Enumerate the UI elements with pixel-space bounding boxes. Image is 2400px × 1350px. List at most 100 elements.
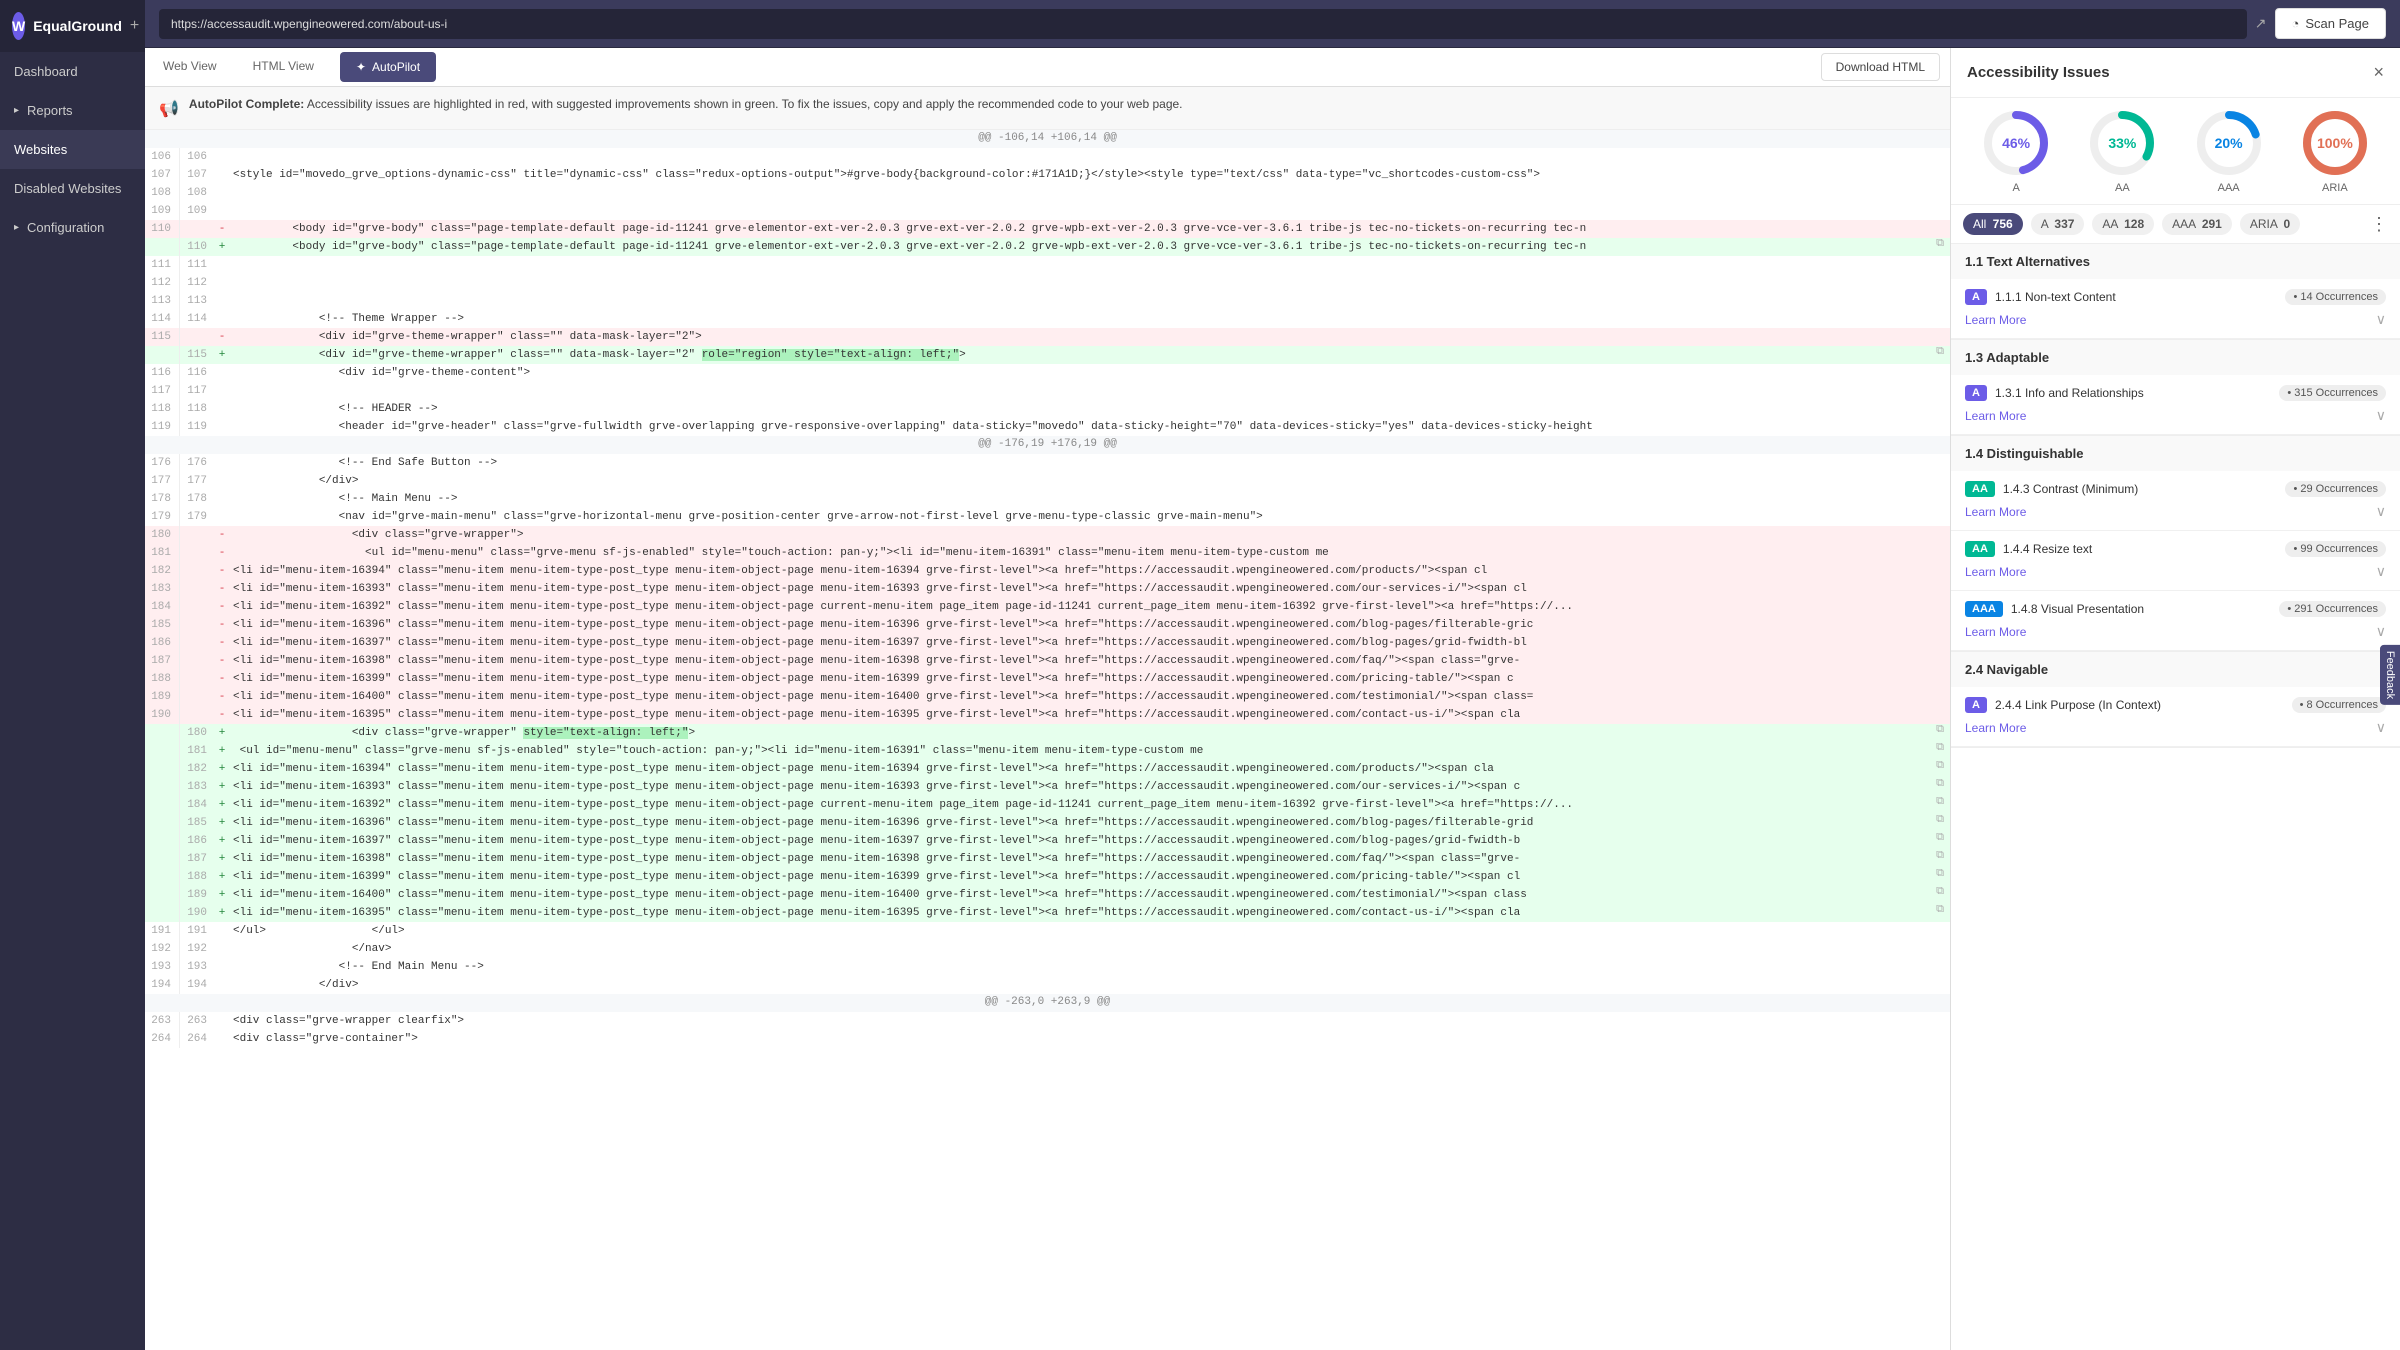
chart-a: 46% A [1967, 108, 2065, 194]
sidebar-item-reports[interactable]: ▸ Reports [0, 91, 145, 130]
copy-icon[interactable]: ⧉ [1930, 238, 1950, 256]
chart-aa: 33% AA [2073, 108, 2171, 194]
learn-more-button[interactable]: Learn More [1965, 565, 2026, 579]
download-html-button[interactable]: Download HTML [1821, 53, 1940, 81]
issue-item-1-4-3: AA 1.4.3 Contrast (Minimum) • 29 Occurre… [1951, 471, 2400, 531]
issue-section-2-4: 2.4 Navigable A 2.4.4 Link Purpose (In C… [1951, 652, 2400, 748]
tab-html-view[interactable]: HTML View [235, 49, 332, 85]
code-line-removed: 184-<li id="menu-item-16392" class="menu… [145, 598, 1950, 616]
donut-value-a: 46% [2002, 135, 2030, 151]
issue-item-header: AA 1.4.4 Resize text • 99 Occurrences [1965, 541, 2386, 557]
copy-icon[interactable]: ⧉ [1930, 904, 1950, 922]
diff-separator: @@ -106,14 +106,14 @@ [145, 130, 1950, 148]
learn-more-button[interactable]: Learn More [1965, 721, 2026, 735]
expand-icon[interactable]: ∨ [2376, 719, 2386, 736]
sidebar-item-label: Disabled Websites [14, 181, 121, 196]
copy-icon[interactable]: ⧉ [1930, 724, 1950, 742]
chevron-right-icon: ▸ [14, 105, 19, 116]
issue-name: 1.4.8 Visual Presentation [2011, 602, 2271, 616]
issue-item-header: A 2.4.4 Link Purpose (In Context) • 8 Oc… [1965, 697, 2386, 713]
issue-item-2-4-4: A 2.4.4 Link Purpose (In Context) • 8 Oc… [1951, 687, 2400, 747]
url-input[interactable] [159, 9, 2247, 39]
feedback-tab[interactable]: Feedback [2380, 645, 2400, 705]
scan-page-button[interactable]: ◔ Scan Page [2275, 8, 2386, 39]
code-line: 118118 <!-- HEADER --> [145, 400, 1950, 418]
code-line: 107107 <style id="movedo_grve_options-dy… [145, 166, 1950, 184]
code-line: 178178 <!-- Main Menu --> [145, 490, 1950, 508]
external-link-icon[interactable]: ↗ [2255, 15, 2267, 32]
sidebar-item-dashboard[interactable]: Dashboard [0, 52, 145, 91]
copy-icon[interactable]: ⧉ [1930, 760, 1950, 778]
code-line: 193193 <!-- End Main Menu --> [145, 958, 1950, 976]
diff-separator: @@ -263,0 +263,9 @@ [145, 994, 1950, 1012]
expand-icon[interactable]: ∨ [2376, 623, 2386, 640]
sidebar-brand-name: EqualGround [33, 18, 122, 34]
copy-icon[interactable]: ⧉ [1930, 886, 1950, 904]
issue-name: 1.1.1 Non-text Content [1995, 290, 2277, 304]
chart-aaa: 20% AAA [2180, 108, 2278, 194]
expand-icon[interactable]: ∨ [2376, 407, 2386, 424]
learn-more-button[interactable]: Learn More [1965, 313, 2026, 327]
filter-aria-button[interactable]: ARIA 0 [2240, 213, 2300, 235]
sidebar-item-disabled-websites[interactable]: Disabled Websites [0, 169, 145, 208]
autopilot-message: AutoPilot Complete: Accessibility issues… [189, 97, 1183, 111]
scan-btn-label: Scan Page [2305, 16, 2369, 31]
donut-value-aaa: 20% [2215, 135, 2243, 151]
copy-icon[interactable]: ⧉ [1930, 814, 1950, 832]
copy-icon[interactable]: ⧉ [1930, 850, 1950, 868]
filter-a-button[interactable]: A 337 [2031, 213, 2085, 235]
more-options-icon[interactable]: ⋮ [2370, 214, 2388, 235]
code-line: 106106 [145, 148, 1950, 166]
issues-panel-title: Accessibility Issues [1967, 64, 2110, 81]
code-line: 108108 [145, 184, 1950, 202]
code-line-removed: 115- <div id="grve-theme-wrapper" class=… [145, 328, 1950, 346]
issue-name: 1.3.1 Info and Relationships [1995, 386, 2271, 400]
code-line: 113113 [145, 292, 1950, 310]
tab-web-view[interactable]: Web View [145, 49, 235, 85]
issue-item-1-4-8: AAA 1.4.8 Visual Presentation • 291 Occu… [1951, 591, 2400, 651]
copy-icon[interactable]: ⧉ [1930, 778, 1950, 796]
issue-item-header: A 1.3.1 Info and Relationships • 315 Occ… [1965, 385, 2386, 401]
sidebar-item-configuration[interactable]: ▸ Configuration [0, 208, 145, 247]
sidebar-add-button[interactable]: + [130, 17, 139, 35]
learn-more-button[interactable]: Learn More [1965, 409, 2026, 423]
filter-all-button[interactable]: All 756 [1963, 213, 2023, 235]
donut-value-aria: 100% [2317, 135, 2353, 151]
code-line: 116116 <div id="grve-theme-content"> [145, 364, 1950, 382]
learn-more-button[interactable]: Learn More [1965, 505, 2026, 519]
code-line: 264264 <div class="grve-container"> [145, 1030, 1950, 1048]
code-editor[interactable]: @@ -106,14 +106,14 @@ 106106 107107 <sty… [145, 130, 1950, 1350]
badge-aa: AA [1965, 481, 1995, 497]
expand-icon[interactable]: ∨ [2376, 503, 2386, 520]
filter-aa-button[interactable]: AA 128 [2092, 213, 2154, 235]
issues-panel: Accessibility Issues × 46% A [1950, 48, 2400, 1350]
badge-a: A [1965, 289, 1987, 305]
expand-icon[interactable]: ∨ [2376, 563, 2386, 580]
chart-label-a: A [2012, 182, 2019, 194]
expand-icon[interactable]: ∨ [2376, 311, 2386, 328]
learn-more-button[interactable]: Learn More [1965, 625, 2026, 639]
copy-icon[interactable]: ⧉ [1930, 868, 1950, 886]
sidebar-item-websites[interactable]: Websites [0, 130, 145, 169]
issue-actions: Learn More ∨ [1965, 563, 2386, 580]
section-header-1-4: 1.4 Distinguishable [1951, 436, 2400, 471]
tab-autopilot[interactable]: ✦ AutoPilot [340, 52, 436, 82]
code-line: 179179 <nav id="grve-main-menu" class="g… [145, 508, 1950, 526]
code-line-removed: 186-<li id="menu-item-16397" class="menu… [145, 634, 1950, 652]
filter-aaa-button[interactable]: AAA 291 [2162, 213, 2232, 235]
close-button[interactable]: × [2373, 62, 2384, 83]
badge-aa: AA [1965, 541, 1995, 557]
code-line-added: 185+<li id="menu-item-16396" class="menu… [145, 814, 1950, 832]
copy-icon[interactable]: ⧉ [1930, 832, 1950, 850]
code-line-removed: 189-<li id="menu-item-16400" class="menu… [145, 688, 1950, 706]
occurrence-badge: • 99 Occurrences [2285, 541, 2386, 557]
chevron-right-icon: ▸ [14, 222, 19, 233]
copy-icon[interactable]: ⧉ [1930, 346, 1950, 364]
autopilot-bold: AutoPilot Complete: [189, 97, 304, 111]
code-line-removed: 185-<li id="menu-item-16396" class="menu… [145, 616, 1950, 634]
issue-item-1-1-1: A 1.1.1 Non-text Content • 14 Occurrence… [1951, 279, 2400, 339]
copy-icon[interactable]: ⧉ [1930, 742, 1950, 760]
copy-icon[interactable]: ⧉ [1930, 796, 1950, 814]
section-header-1-1: 1.1 Text Alternatives [1951, 244, 2400, 279]
occurrence-badge: • 291 Occurrences [2279, 601, 2386, 617]
